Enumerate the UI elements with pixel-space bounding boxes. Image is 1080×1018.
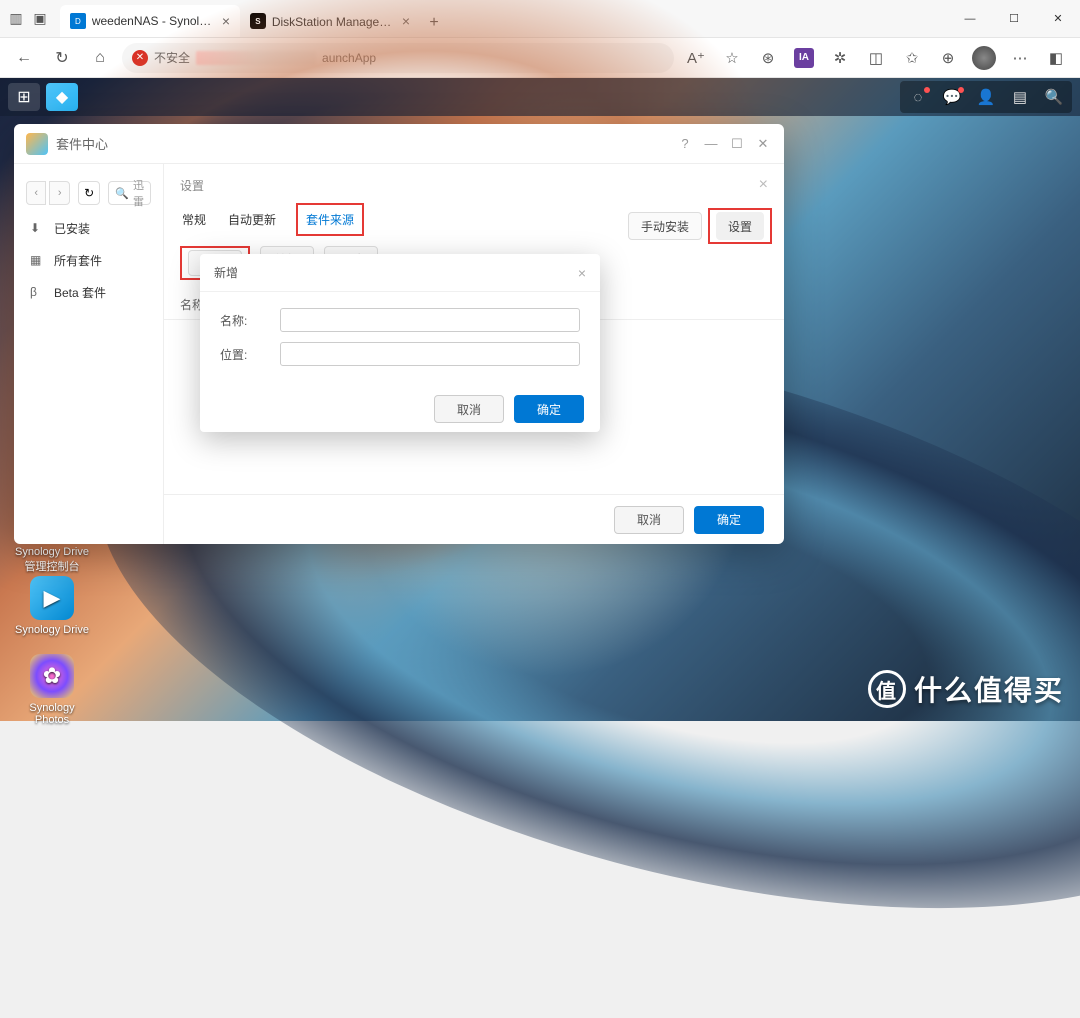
split-icon[interactable]: ◫ bbox=[860, 42, 892, 74]
icon-label: Synology Drive bbox=[12, 624, 92, 636]
name-input[interactable] bbox=[280, 308, 580, 332]
beta-icon: β bbox=[30, 285, 44, 299]
extensions-icon[interactable]: ✲ bbox=[824, 42, 856, 74]
close-icon[interactable]: × bbox=[578, 265, 586, 281]
sidebar-item-all[interactable]: ▦ 所有套件 bbox=[14, 244, 163, 276]
icon-label: Synology Drive 管理控制台 bbox=[12, 546, 92, 574]
tab-favicon-dsm: D bbox=[70, 13, 86, 29]
watermark: 值 什么值得买 bbox=[868, 669, 1064, 709]
back-button[interactable]: ← bbox=[8, 42, 40, 74]
minimize-button[interactable]: ― bbox=[948, 0, 992, 38]
dialog-cancel-button[interactable]: 取消 bbox=[434, 395, 504, 423]
manual-install-button[interactable]: 手动安装 bbox=[628, 212, 702, 240]
tab-package-source[interactable]: 套件来源 bbox=[304, 207, 356, 232]
highlight-box: 设置 bbox=[708, 208, 772, 244]
name-label: 名称: bbox=[220, 312, 280, 329]
sidebar-item-label: Beta 套件 bbox=[54, 284, 106, 301]
cancel-button[interactable]: 取消 bbox=[614, 506, 684, 534]
settings-button[interactable]: 设置 bbox=[716, 212, 764, 240]
tabs-overview-icon[interactable]: ▣ bbox=[30, 9, 50, 29]
reload-button[interactable]: ↻ bbox=[78, 181, 100, 205]
close-button[interactable]: ✕ bbox=[1036, 0, 1080, 38]
nav-forward-button[interactable]: › bbox=[49, 181, 69, 205]
sidebar-item-label: 所有套件 bbox=[54, 252, 102, 269]
search-input[interactable]: 🔍 迅雷 bbox=[108, 181, 151, 205]
sidebar-item-installed[interactable]: ⬇ 已安装 bbox=[14, 212, 163, 244]
sidebar-item-label: 已安装 bbox=[54, 220, 90, 237]
more-icon[interactable]: ⋯ bbox=[1004, 42, 1036, 74]
dsm-user-icon[interactable]: 👤 bbox=[970, 83, 1002, 111]
desktop-icon-drive[interactable]: ▶ Synology Drive bbox=[12, 576, 92, 636]
settings-footer: 取消 确定 bbox=[164, 494, 784, 544]
sidebar-icon[interactable]: ◧ bbox=[1040, 42, 1072, 74]
minimize-button[interactable]: — bbox=[702, 136, 720, 152]
shield-icon[interactable]: ⊛ bbox=[752, 42, 784, 74]
package-center-icon bbox=[26, 133, 48, 155]
ia-extension-icon[interactable]: IA bbox=[788, 42, 820, 74]
workspaces-icon[interactable]: ▥ bbox=[6, 9, 26, 29]
tab-general[interactable]: 常规 bbox=[180, 207, 208, 232]
ok-button[interactable]: 确定 bbox=[694, 506, 764, 534]
reload-button[interactable]: ↻ bbox=[46, 42, 78, 74]
close-icon[interactable]: × bbox=[759, 176, 768, 194]
dsm-package-center-taskbar[interactable]: ◆ bbox=[46, 83, 78, 111]
dialog-ok-button[interactable]: 确定 bbox=[514, 395, 584, 423]
help-button[interactable]: ? bbox=[676, 136, 694, 152]
maximize-button[interactable]: ☐ bbox=[728, 136, 746, 152]
location-input[interactable] bbox=[280, 342, 580, 366]
search-value: 迅雷 bbox=[133, 177, 144, 209]
profile-avatar[interactable] bbox=[968, 42, 1000, 74]
dialog-header[interactable]: 新增 × bbox=[200, 254, 600, 292]
window-title: 套件中心 bbox=[56, 134, 676, 153]
highlight-box: 套件来源 bbox=[296, 203, 364, 236]
sidebar-item-beta[interactable]: β Beta 套件 bbox=[14, 276, 163, 308]
window-header[interactable]: 套件中心 ? — ☐ ✕ bbox=[14, 124, 784, 164]
desktop-icon-photos[interactable]: ✿ Synology Photos bbox=[12, 654, 92, 726]
package-sidebar: ‹ › ↻ 🔍 迅雷 ⬇ 已安装 ▦ 所有套件 β bbox=[14, 164, 164, 544]
dsm-widgets-icon[interactable]: ▤ bbox=[1004, 83, 1036, 111]
dialog-title: 新增 bbox=[214, 264, 238, 281]
dsm-main-menu[interactable]: ⊞ bbox=[8, 83, 40, 111]
location-label: 位置: bbox=[220, 346, 280, 363]
watermark-icon: 值 bbox=[868, 670, 906, 708]
watermark-text: 什么值得买 bbox=[914, 669, 1064, 709]
dsm-taskbar: ⊞ ◆ ◌ 💬 👤 ▤ 🔍 bbox=[0, 78, 1080, 116]
nav-back-button[interactable]: ‹ bbox=[26, 181, 46, 205]
dsm-chat-icon[interactable]: 💬 bbox=[936, 83, 968, 111]
settings-panel-title: 设置 bbox=[180, 177, 204, 194]
favorites-bar-icon[interactable]: ✩ bbox=[896, 42, 928, 74]
download-icon: ⬇ bbox=[30, 221, 44, 235]
icon-label: Synology Photos bbox=[12, 702, 92, 726]
dsm-desktop: ⊞ ◆ ◌ 💬 👤 ▤ 🔍 ⬢ Synology Drive 管理控制台 ▶ S… bbox=[0, 78, 1080, 721]
tab-auto-update[interactable]: 自动更新 bbox=[226, 207, 278, 232]
dsm-search-icon[interactable]: 🔍 bbox=[1038, 83, 1070, 111]
dsm-upload-icon[interactable]: ◌ bbox=[902, 83, 934, 111]
grid-icon: ▦ bbox=[30, 253, 44, 267]
close-button[interactable]: ✕ bbox=[754, 136, 772, 152]
collections-icon[interactable]: ⊕ bbox=[932, 42, 964, 74]
maximize-button[interactable]: ☐ bbox=[992, 0, 1036, 38]
search-icon: 🔍 bbox=[115, 187, 129, 200]
add-source-dialog: 新增 × 名称: 位置: 取消 确定 bbox=[200, 254, 600, 432]
